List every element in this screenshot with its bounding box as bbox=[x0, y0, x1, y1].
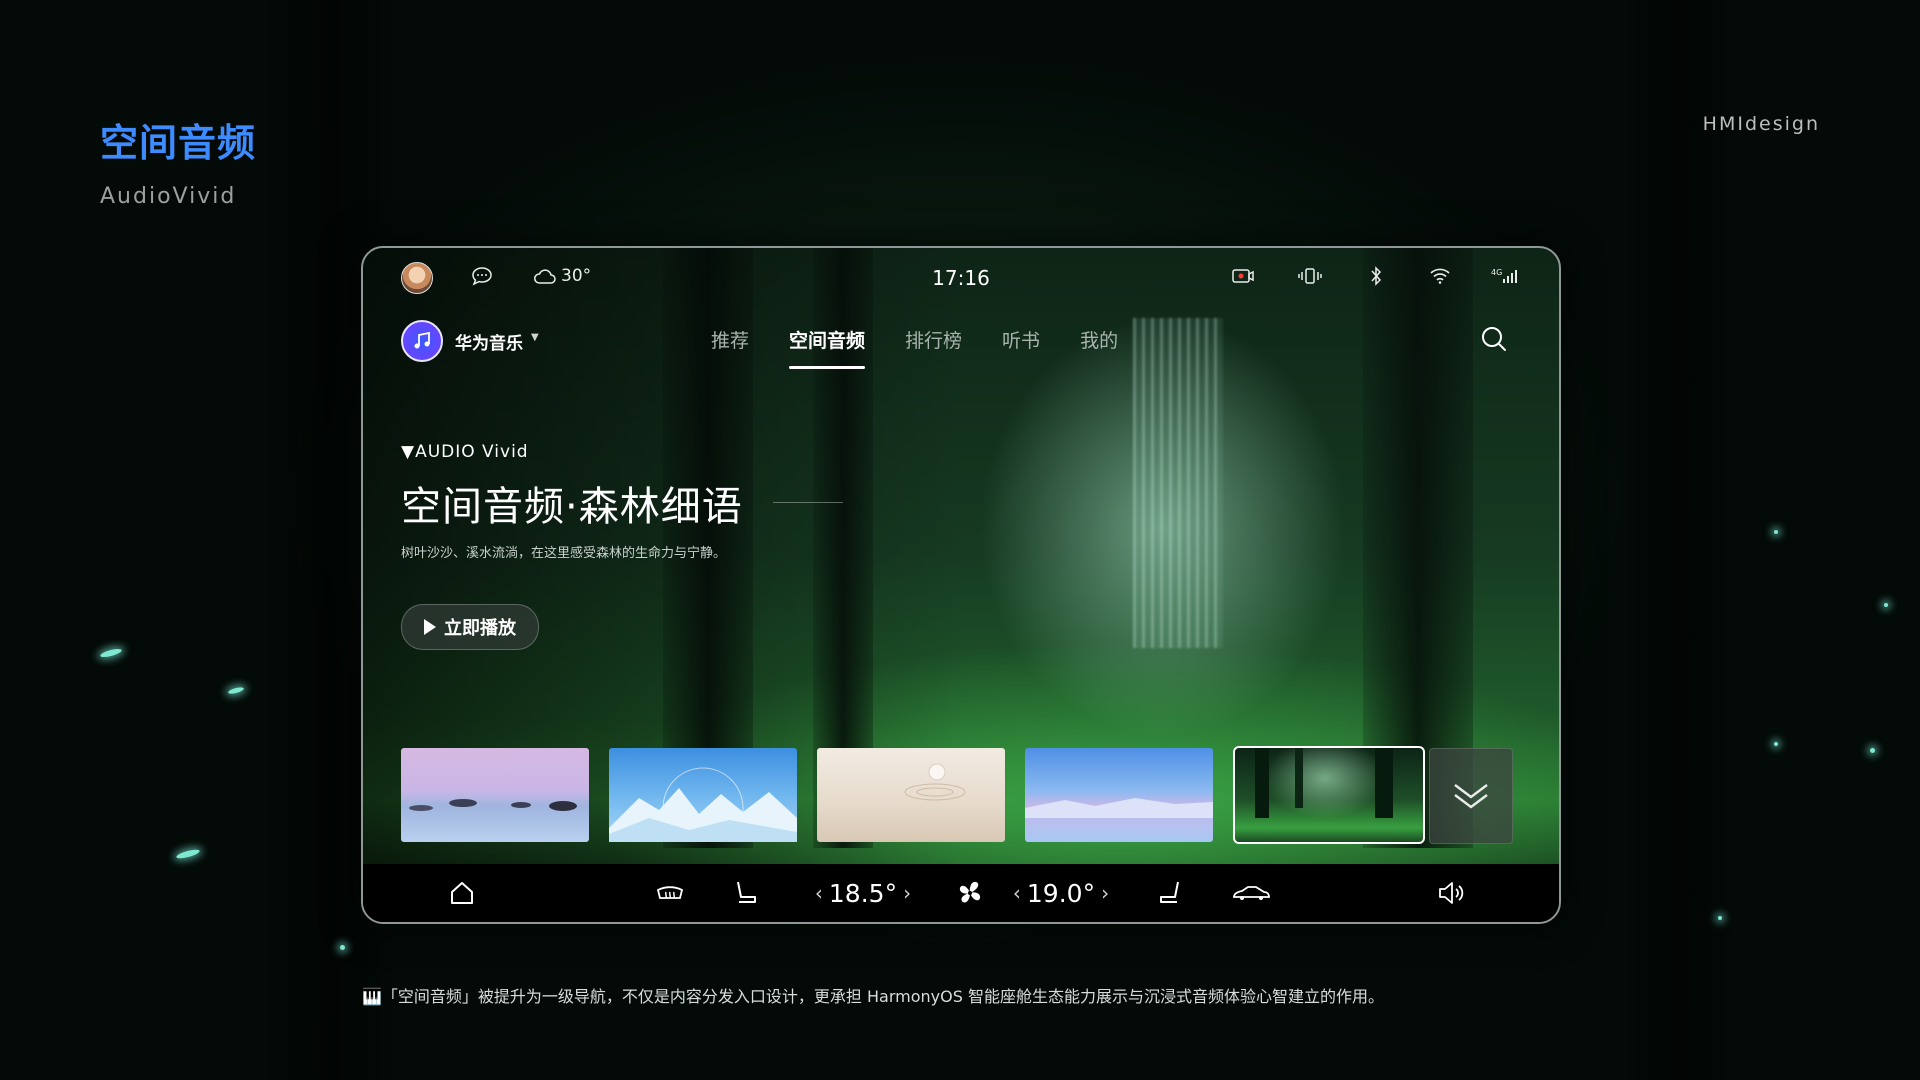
bluetooth-icon[interactable] bbox=[1369, 264, 1383, 288]
left-temp-increase[interactable]: › bbox=[903, 881, 911, 905]
left-temperature-control: ‹ 18.5° › bbox=[803, 876, 923, 910]
wifi-icon[interactable] bbox=[1429, 264, 1451, 288]
tab-audiobooks[interactable]: 听书 bbox=[1002, 320, 1040, 360]
firefly bbox=[1718, 916, 1722, 920]
hero-description: 树叶沙沙、溪水流淌，在这里感受森林的生命力与宁静。 bbox=[401, 546, 727, 561]
status-bar: 30° 17:16 4G bbox=[363, 248, 1559, 308]
tab-charts[interactable]: 排行榜 bbox=[905, 320, 962, 360]
search-icon[interactable] bbox=[1479, 324, 1509, 354]
background-tree bbox=[1620, 0, 1740, 1080]
right-temperature: 19.0° bbox=[1026, 878, 1096, 908]
app-navbar: 华为音乐 ▼ 推荐 空间音频 排行榜 听书 我的 bbox=[363, 320, 1559, 370]
firefly bbox=[1870, 748, 1875, 753]
music-note-icon bbox=[414, 331, 430, 349]
audio-vivid-badge: ▼AUDIO Vivid bbox=[401, 442, 529, 462]
volume-icon[interactable] bbox=[1435, 876, 1469, 910]
audio-vivid-logo-icon: ▼ bbox=[401, 442, 416, 462]
firefly bbox=[227, 686, 245, 695]
firefly bbox=[1884, 603, 1888, 607]
seat-left-icon[interactable] bbox=[729, 876, 763, 910]
tab-recommend[interactable]: 推荐 bbox=[711, 320, 749, 360]
firefly bbox=[340, 945, 345, 950]
right-temp-increase[interactable]: › bbox=[1101, 881, 1109, 905]
svg-text:4G: 4G bbox=[1491, 268, 1502, 277]
double-chevron-down-icon bbox=[1454, 784, 1488, 809]
hero-divider bbox=[773, 502, 843, 503]
firefly bbox=[99, 647, 123, 659]
page-subtitle: AudioVivid bbox=[100, 184, 237, 209]
climate-dock: ‹ 18.5° › ‹ 19.0° › bbox=[363, 864, 1559, 922]
tab-bar: 推荐 空间音频 排行榜 听书 我的 bbox=[711, 320, 1158, 369]
chevron-down-icon[interactable]: ▼ bbox=[531, 332, 539, 343]
thumbnail-forest[interactable] bbox=[1233, 746, 1425, 844]
thumbnail-desert-sand[interactable] bbox=[817, 748, 1005, 842]
left-temperature: 18.5° bbox=[828, 878, 898, 908]
seat-right-icon[interactable] bbox=[1153, 876, 1187, 910]
tab-mine[interactable]: 我的 bbox=[1080, 320, 1118, 360]
right-temperature-control: ‹ 19.0° › bbox=[1001, 876, 1121, 910]
music-app-logo[interactable] bbox=[401, 320, 443, 362]
thumbnail-ice-glacier[interactable] bbox=[609, 748, 797, 849]
page-title: 空间音频 bbox=[100, 121, 257, 165]
thumbnail-sky-sea[interactable] bbox=[1025, 748, 1213, 842]
home-icon[interactable] bbox=[445, 876, 479, 910]
hero-title: 空间音频·森林细语 bbox=[401, 484, 743, 530]
firefly bbox=[1774, 530, 1778, 534]
fan-icon[interactable] bbox=[953, 876, 987, 910]
play-now-button[interactable]: 立即播放 bbox=[401, 604, 539, 650]
expand-more-button[interactable] bbox=[1429, 748, 1513, 844]
vibrate-icon[interactable] bbox=[1297, 264, 1323, 288]
cellular-signal-icon[interactable]: 4G bbox=[1491, 264, 1519, 288]
play-icon bbox=[424, 619, 436, 635]
app-name[interactable]: 华为音乐 bbox=[455, 329, 523, 354]
piano-icon: 🎹 bbox=[362, 987, 382, 1006]
firefly bbox=[175, 847, 201, 861]
tab-spatial-audio[interactable]: 空间音频 bbox=[789, 320, 866, 369]
left-temp-decrease[interactable]: ‹ bbox=[815, 881, 823, 905]
firefly bbox=[1774, 742, 1778, 746]
right-temp-decrease[interactable]: ‹ bbox=[1013, 881, 1021, 905]
car-screen: 30° 17:16 4G 华为音乐 ▼ 推荐 空间音频 排行榜 听书 我的 ▼A… bbox=[361, 246, 1561, 924]
brand-tag: HMIdesign bbox=[1702, 113, 1820, 135]
car-icon[interactable] bbox=[1229, 876, 1273, 910]
thumbnail-lake-rocks[interactable] bbox=[401, 748, 589, 842]
camera-record-icon[interactable] bbox=[1231, 264, 1255, 288]
defrost-icon[interactable] bbox=[653, 876, 687, 910]
footer-caption: 🎹「空间音频」被提升为一级导航，不仅是内容分发入口设计，更承担 HarmonyO… bbox=[362, 987, 1384, 1006]
play-now-label: 立即播放 bbox=[444, 618, 516, 639]
